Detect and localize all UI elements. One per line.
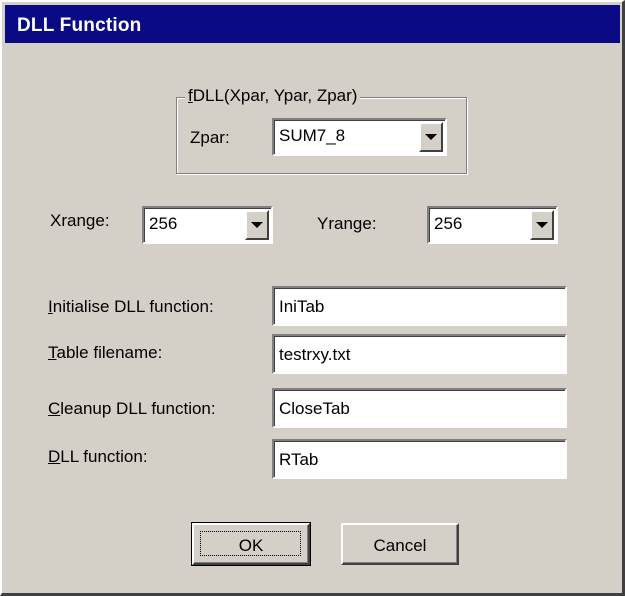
chevron-down-icon — [536, 222, 548, 228]
yrange-dropdown-button[interactable] — [530, 210, 554, 240]
zpar-select[interactable]: SUM7_8 — [272, 118, 447, 156]
table-filename-input[interactable]: testrxy.txt — [272, 334, 567, 374]
cleanup-dll-input[interactable]: CloseTab — [272, 388, 567, 428]
init-dll-input[interactable]: IniTab — [272, 286, 567, 326]
xrange-label: Xrange: — [50, 211, 110, 230]
init-dll-label: Initialise DLL function: — [48, 297, 214, 317]
table-filename-label-mnemonic: T — [48, 343, 57, 362]
cleanup-dll-input-value: CloseTab — [279, 399, 350, 418]
chevron-down-icon — [251, 222, 263, 228]
yrange-label: Yrange: — [317, 214, 377, 233]
init-dll-label-rest: nitialise DLL function: — [52, 297, 214, 316]
chevron-down-icon — [425, 134, 437, 140]
dll-function-input-value: RTab — [279, 450, 319, 469]
ok-button[interactable]: OK — [191, 522, 311, 566]
xrange-select[interactable]: 256 — [142, 206, 273, 244]
xrange-dropdown-button[interactable] — [245, 210, 269, 240]
zpar-select-value: SUM7_8 — [279, 126, 346, 145]
ok-button-label: OK — [238, 536, 264, 555]
dll-function-label-mnemonic: D — [48, 447, 61, 466]
fdll-group-title: fDLL(Xpar, Ypar, Zpar) — [185, 86, 361, 106]
dll-function-dialog: DLL Function fDLL(Xpar, Ypar, Zpar) Zpar… — [0, 0, 625, 596]
zpar-dropdown-button[interactable] — [419, 122, 443, 152]
dll-function-input[interactable]: RTab — [272, 439, 567, 479]
table-filename-label: Table filename: — [48, 343, 162, 363]
xrange-select-value: 256 — [149, 214, 178, 233]
fdll-group-title-rest: DLL(Xpar, Ypar, Zpar) — [192, 86, 358, 105]
cleanup-dll-label: Cleanup DLL function: — [48, 399, 216, 419]
cleanup-dll-label-mnemonic: C — [48, 399, 61, 418]
yrange-select[interactable]: 256 — [427, 206, 558, 244]
table-filename-input-value: testrxy.txt — [279, 345, 351, 364]
zpar-label: Zpar: — [190, 128, 230, 147]
init-dll-input-value: IniTab — [279, 297, 325, 316]
cancel-button-label: Cancel — [373, 536, 427, 555]
dll-function-label: DLL function: — [48, 447, 148, 467]
window-title: DLL Function — [17, 15, 142, 36]
cancel-button[interactable]: Cancel — [341, 523, 459, 565]
table-filename-label-rest: able filename: — [56, 343, 163, 362]
cleanup-dll-label-rest: leanup DLL function: — [60, 399, 216, 418]
title-bar[interactable]: DLL Function — [5, 5, 620, 43]
dll-function-label-rest: LL function: — [60, 447, 148, 466]
yrange-select-value: 256 — [434, 214, 463, 233]
